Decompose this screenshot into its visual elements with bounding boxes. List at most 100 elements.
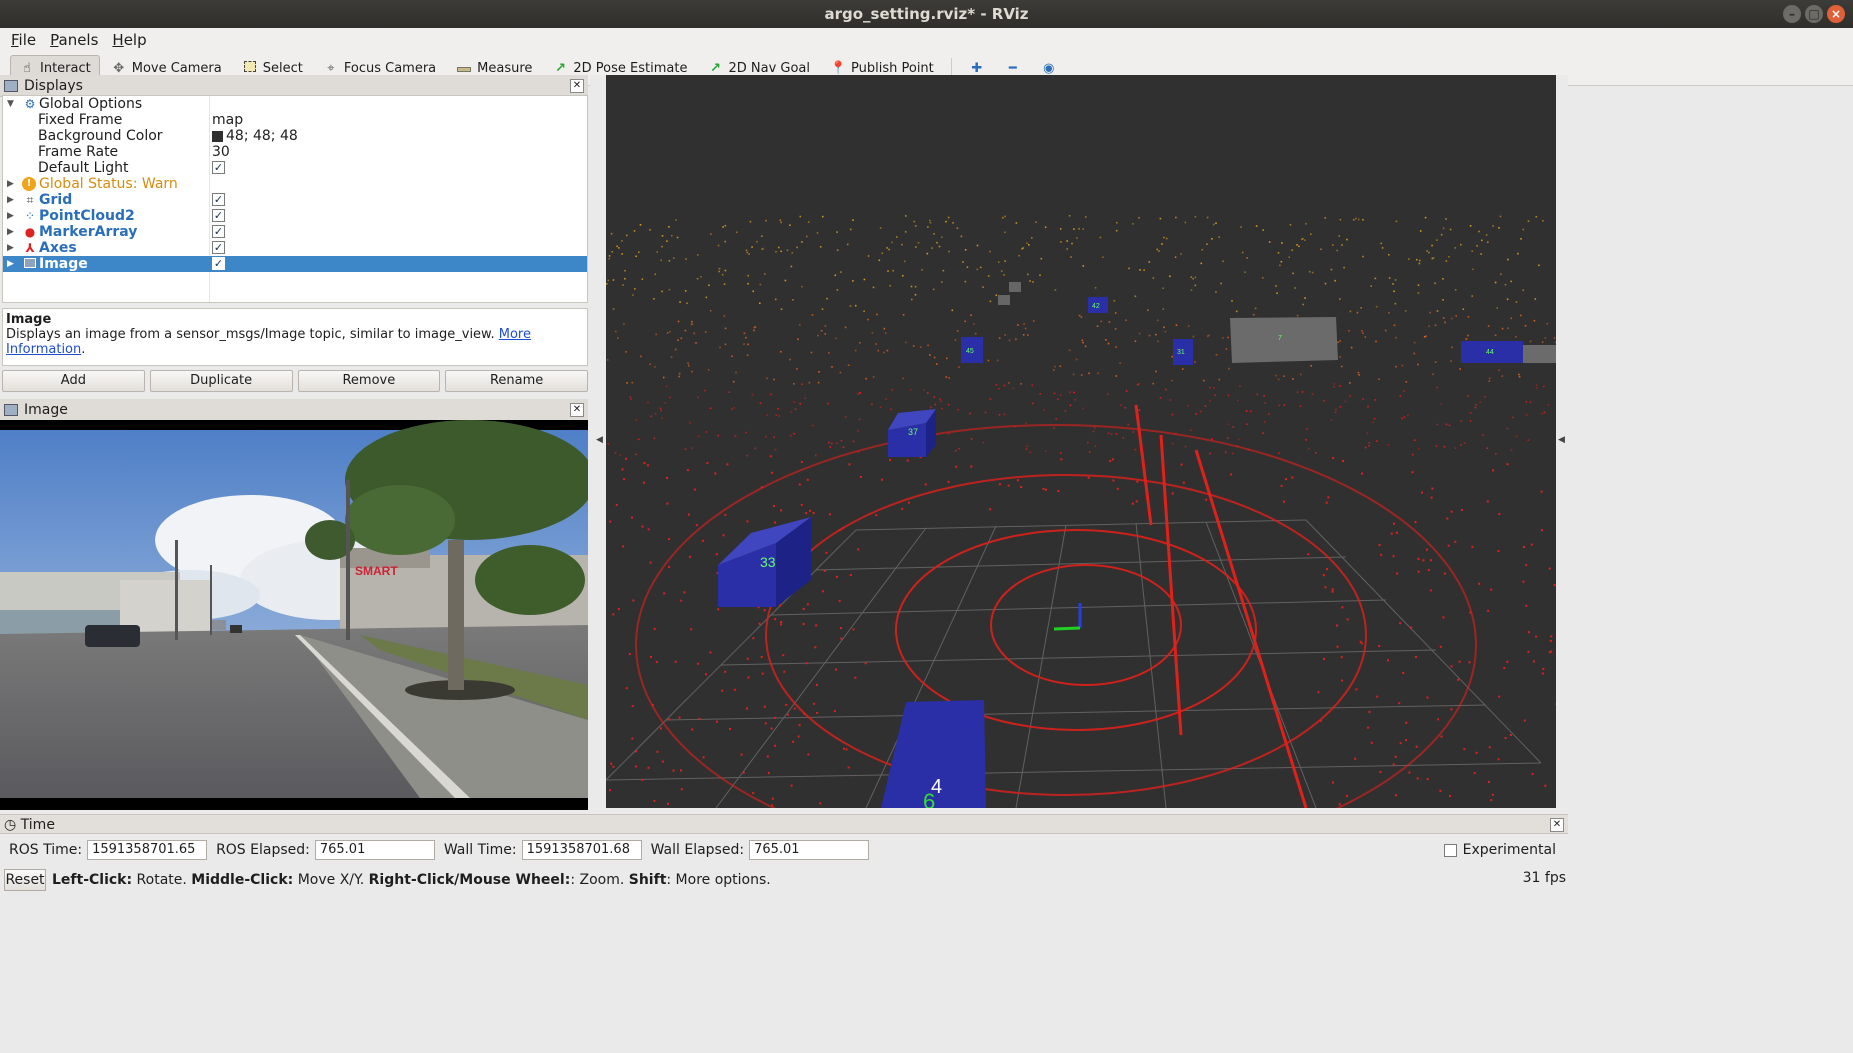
tree-row-default-light[interactable]: Default Light ✓ [3,160,587,176]
expand-arrow-icon[interactable]: ▶ [7,208,14,224]
tree-row-image[interactable]: ▶ Image ✓ [3,256,587,272]
expand-arrow-icon[interactable]: ▶ [7,240,14,256]
lidar-point [919,346,922,348]
lidar-point [865,377,867,380]
expand-arrow-icon[interactable]: ▶ [7,192,14,208]
lidar-point [1205,498,1208,501]
lidar-point [958,366,960,368]
menu-file[interactable]: File [4,31,43,49]
lidar-point [752,637,755,640]
rename-button[interactable]: Rename [445,370,588,392]
image-icon [4,403,18,416]
lidar-point [751,393,754,396]
lidar-point [1209,399,1211,402]
window-controls: – □ × [1783,5,1845,23]
duplicate-button[interactable]: Duplicate [149,370,293,392]
lidar-point [927,344,929,347]
lidar-point [631,705,634,708]
maximize-icon[interactable]: □ [1805,5,1823,23]
lidar-point [626,382,628,384]
tree-row-background-color[interactable]: Background Color 48; 48; 48 [3,128,587,144]
lidar-point [1404,310,1407,312]
lidar-point [1424,216,1427,219]
camera-image-view[interactable]: SMART [0,420,588,810]
default-light-checkbox[interactable]: ✓ [212,161,225,174]
lidar-point [802,607,805,610]
expand-arrow-icon[interactable]: ▶ [7,256,14,272]
tree-row-global-status[interactable]: ▶ ! Global Status: Warn [3,176,587,192]
lidar-point [704,331,707,333]
lidar-point [1336,624,1338,627]
displays-tree[interactable]: ▼ ⚙ Global Options Fixed Frame map Backg… [2,95,588,303]
lidar-point [804,397,806,400]
lidar-point [852,628,855,631]
lidar-point [760,486,763,489]
lidar-point [1440,233,1443,236]
lidar-point [607,279,610,282]
right-splitter[interactable]: ◀ [1556,75,1568,808]
lidar-point [1323,399,1325,402]
lidar-point [1460,243,1462,246]
minimize-icon[interactable]: – [1783,5,1801,23]
lidar-point [1237,399,1239,402]
lidar-point [1174,256,1177,258]
image-checkbox[interactable]: ✓ [212,257,225,270]
tree-row-grid[interactable]: ▶ ⌗ Grid ✓ [3,192,587,208]
lidar-point [1488,746,1491,749]
collapse-left-icon[interactable]: ◀ [596,435,603,445]
lidar-point [1442,616,1445,619]
grid-checkbox[interactable]: ✓ [212,193,225,206]
lidar-point [886,247,888,249]
lidar-point [835,668,837,671]
markerarray-checkbox[interactable]: ✓ [212,225,225,238]
lidar-point [1304,239,1306,241]
lidar-point [1418,262,1421,265]
experimental-checkbox[interactable] [1443,843,1457,857]
close-icon[interactable]: ✕ [1550,818,1564,832]
experimental-option[interactable]: Experimental [1443,842,1556,858]
tree-row-markerarray[interactable]: ▶ ● MarkerArray ✓ [3,224,587,240]
lidar-point [881,252,884,255]
tree-row-global-options[interactable]: ▼ ⚙ Global Options [3,96,587,112]
lidar-point [1082,341,1084,344]
tree-row-axes[interactable]: ▶ ⅄ Axes ✓ [3,240,587,256]
tree-row-frame-rate[interactable]: Frame Rate 30 [3,144,587,160]
lidar-point [793,401,796,403]
3d-render-view[interactable]: 33 37 45 31 42 7 44 4 6 [606,75,1556,808]
expand-arrow-icon[interactable]: ▼ [7,96,14,112]
remove-button[interactable]: Remove [297,370,441,392]
description-title: Image [6,312,52,327]
lidar-point [1343,266,1345,269]
expand-arrow-icon[interactable]: ▶ [7,224,14,240]
lidar-point [927,226,929,228]
ros-time-field[interactable]: 1591358701.65 [87,840,208,860]
lidar-point [1004,215,1006,218]
lidar-point [1002,216,1004,219]
frame-rate-value[interactable]: 30 [212,144,230,160]
lidar-point [1200,262,1203,265]
tree-row-fixed-frame[interactable]: Fixed Frame map [3,112,587,128]
fixed-frame-value[interactable]: map [212,112,243,128]
lidar-point [998,483,1001,486]
wall-time-field[interactable]: 1591358701.68 [521,840,642,860]
background-color-value[interactable]: 48; 48; 48 [212,128,298,144]
lidar-point [936,241,938,244]
add-button[interactable]: Add [2,370,145,392]
close-icon[interactable]: × [1827,5,1845,23]
expand-arrow-icon[interactable]: ▶ [7,176,14,192]
lidar-point [690,323,693,326]
lidar-point [1171,492,1174,495]
pointcloud2-checkbox[interactable]: ✓ [212,209,225,222]
lidar-point [1096,325,1099,327]
menu-panels[interactable]: Panels [43,31,105,49]
collapse-right-icon[interactable]: ◀ [1558,435,1565,445]
axes-checkbox[interactable]: ✓ [212,241,225,254]
close-icon[interactable]: ✕ [570,79,584,93]
wall-elapsed-field[interactable]: 765.01 [749,840,870,860]
reset-button[interactable]: Reset [4,869,46,891]
lidar-point [1411,453,1414,456]
close-icon[interactable]: ✕ [570,403,584,417]
tree-row-pointcloud2[interactable]: ▶ ⁘ PointCloud2 ✓ [3,208,587,224]
ros-elapsed-field[interactable]: 765.01 [314,840,435,860]
menu-help[interactable]: Help [105,31,153,49]
